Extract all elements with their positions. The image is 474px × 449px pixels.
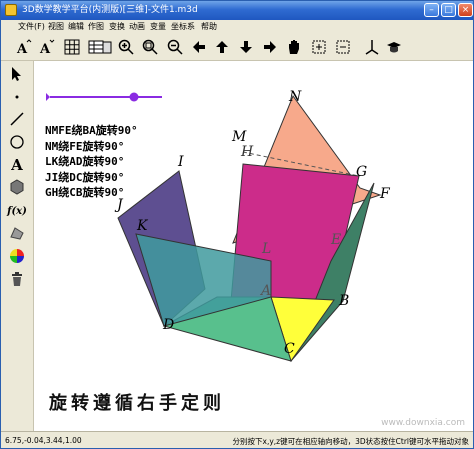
zoom-out-icon[interactable] xyxy=(166,38,184,56)
zoom-in-icon[interactable] xyxy=(117,38,135,56)
point-label-e[interactable]: E xyxy=(331,232,341,248)
animation-label-3[interactable]: LK绕AD旋转90° xyxy=(45,154,138,170)
menu-bar: 文件(F) 视图 编辑 作图 变换 动画 变量 坐标系 帮助 xyxy=(1,20,473,34)
minimize-button[interactable]: – xyxy=(424,3,439,17)
point-label-n[interactable]: N xyxy=(289,89,301,105)
title-bar[interactable]: 3D数学教学平台(内测版)[三维]-文件1.m3d – □ × xyxy=(1,1,473,20)
polygon-tool-icon[interactable] xyxy=(8,178,26,196)
point-label-f[interactable]: F xyxy=(380,186,390,202)
animation-label-5[interactable]: GH绕CB旋转90° xyxy=(45,185,138,201)
animation-label-4[interactable]: JI绕DC旋转90° xyxy=(45,170,138,186)
frame-minus-icon[interactable] xyxy=(334,38,352,56)
point-label-a[interactable]: A xyxy=(261,283,271,299)
point-label-b[interactable]: B xyxy=(339,293,349,309)
arrow-down-icon[interactable] xyxy=(237,38,255,56)
shape-tool-icon[interactable] xyxy=(8,224,26,242)
font-decrease-icon[interactable]: A xyxy=(38,38,56,56)
slider-play-icon[interactable] xyxy=(46,93,50,101)
point-label-j[interactable]: J xyxy=(117,197,123,213)
text-tool-icon[interactable]: A xyxy=(8,156,26,174)
hand-icon[interactable] xyxy=(285,38,303,56)
point-label-m[interactable]: M xyxy=(232,129,246,145)
delete-tool-icon[interactable] xyxy=(8,270,26,288)
app-window: 3D数学教学平台(内测版)[三维]-文件1.m3d – □ × 文件(F) 视图… xyxy=(0,0,474,449)
maximize-button[interactable]: □ xyxy=(441,3,456,17)
menu-view[interactable]: 视图 xyxy=(48,21,64,33)
menu-coordinate[interactable]: 坐标系 xyxy=(171,21,195,33)
app-icon xyxy=(5,4,17,16)
menu-draw[interactable]: 作图 xyxy=(88,21,104,33)
animation-slider-knob[interactable] xyxy=(129,92,139,102)
toolbar: A A xyxy=(1,34,473,61)
line-tool-icon[interactable] xyxy=(8,110,26,128)
point-label-c[interactable]: C xyxy=(284,341,295,357)
point-label-i[interactable]: I xyxy=(178,154,184,170)
pointer-tool-icon[interactable] xyxy=(8,65,26,83)
window-title: 3D数学教学平台(内测版)[三维]-文件1.m3d xyxy=(22,5,198,15)
animation-labels: NMFE绕BA旋转90° NM绕FE旋转90° LK绕AD旋转90° JI绕DC… xyxy=(45,123,138,201)
function-tool-icon[interactable]: f(x) xyxy=(7,202,27,220)
function-tool-label: f(x) xyxy=(7,205,27,217)
color-tool-icon[interactable] xyxy=(8,247,26,265)
close-button[interactable]: × xyxy=(458,3,473,17)
svg-text:A: A xyxy=(16,42,28,55)
status-coordinates: 6.75,-0.04,3.44,1.00 xyxy=(5,436,82,445)
watermark: www.downxia.com xyxy=(381,418,465,428)
point-label-g[interactable]: G xyxy=(356,164,367,180)
caption-text[interactable]: 旋转遵循右手定则 xyxy=(49,389,225,415)
geometry-scene xyxy=(46,92,382,363)
frame-plus-icon[interactable] xyxy=(310,38,328,56)
text-tool-label: A xyxy=(11,156,23,174)
axes-icon[interactable] xyxy=(363,38,381,56)
point-tool-icon[interactable] xyxy=(8,88,26,106)
point-label-h[interactable]: H xyxy=(241,144,253,160)
drawing-canvas[interactable]: NMFE绕BA旋转90° NM绕FE旋转90° LK绕AD旋转90° JI绕DC… xyxy=(34,61,473,431)
circle-tool-icon[interactable] xyxy=(8,133,26,151)
menu-transform[interactable]: 变换 xyxy=(109,21,125,33)
point-label-d[interactable]: D xyxy=(163,317,174,333)
animation-label-1[interactable]: NMFE绕BA旋转90° xyxy=(45,123,138,139)
status-bar: 6.75,-0.04,3.44,1.00 分别按下x,y,z键可在相应轴向移动，… xyxy=(1,431,473,448)
animation-label-2[interactable]: NM绕FE旋转90° xyxy=(45,139,138,155)
arrow-up-icon[interactable] xyxy=(213,38,231,56)
svg-text:A: A xyxy=(39,42,51,55)
graduation-cap-icon[interactable] xyxy=(385,38,403,56)
status-hint: 分别按下x,y,z键可在相应轴向移动，3D状态按住Ctrl键可水平拖动对象 xyxy=(232,437,469,446)
menu-variable[interactable]: 变量 xyxy=(150,21,166,33)
font-increase-icon[interactable]: A xyxy=(15,38,33,56)
zoom-actual-icon[interactable] xyxy=(141,38,159,56)
point-label-k[interactable]: K xyxy=(137,218,147,234)
menu-help[interactable]: 帮助 xyxy=(201,21,217,33)
menu-animation[interactable]: 动画 xyxy=(129,21,145,33)
arrow-left-icon[interactable] xyxy=(190,38,208,56)
menu-file[interactable]: 文件(F) xyxy=(18,21,45,33)
point-label-l[interactable]: L xyxy=(262,241,271,257)
grid-icon[interactable] xyxy=(63,38,81,56)
tool-palette: A f(x) xyxy=(1,61,34,431)
arrow-right-icon[interactable] xyxy=(261,38,279,56)
bookmark-icon[interactable] xyxy=(98,38,116,56)
menu-edit[interactable]: 编辑 xyxy=(68,21,84,33)
